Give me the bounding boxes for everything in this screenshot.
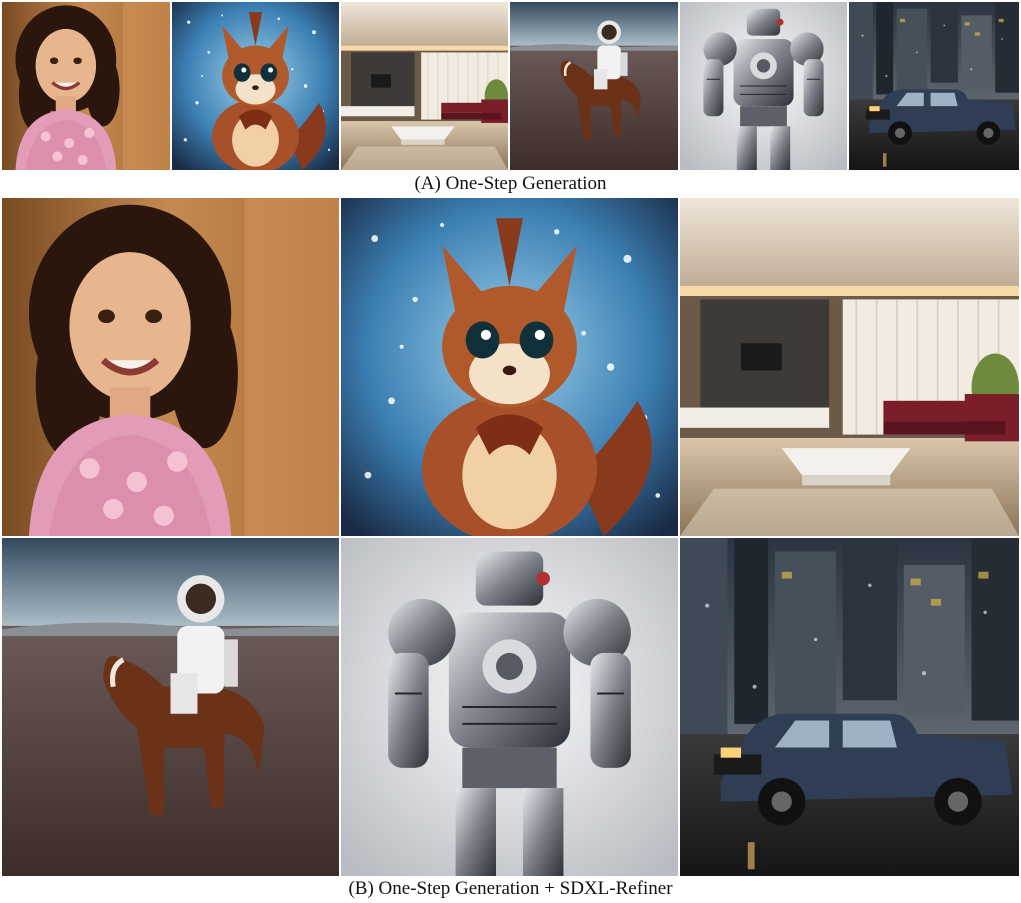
image-b-robot: [341, 538, 678, 876]
image-a-girl: [2, 2, 170, 170]
image-a-astronaut-horse: [510, 2, 678, 170]
image-b-astronaut-horse: [2, 538, 339, 876]
image-a-robot: [680, 2, 847, 170]
image-b-truck: [680, 538, 1019, 876]
caption-a: (A) One-Step Generation: [414, 173, 607, 194]
image-b-living-room: [680, 198, 1019, 536]
image-a-squirrel: [172, 2, 339, 170]
caption-b: (B) One-Step Generation + SDXL-Refiner: [348, 878, 673, 899]
image-b-squirrel: [341, 198, 678, 536]
image-a-truck: [849, 2, 1019, 170]
image-a-living-room: [341, 2, 508, 170]
image-b-girl: [2, 198, 339, 536]
